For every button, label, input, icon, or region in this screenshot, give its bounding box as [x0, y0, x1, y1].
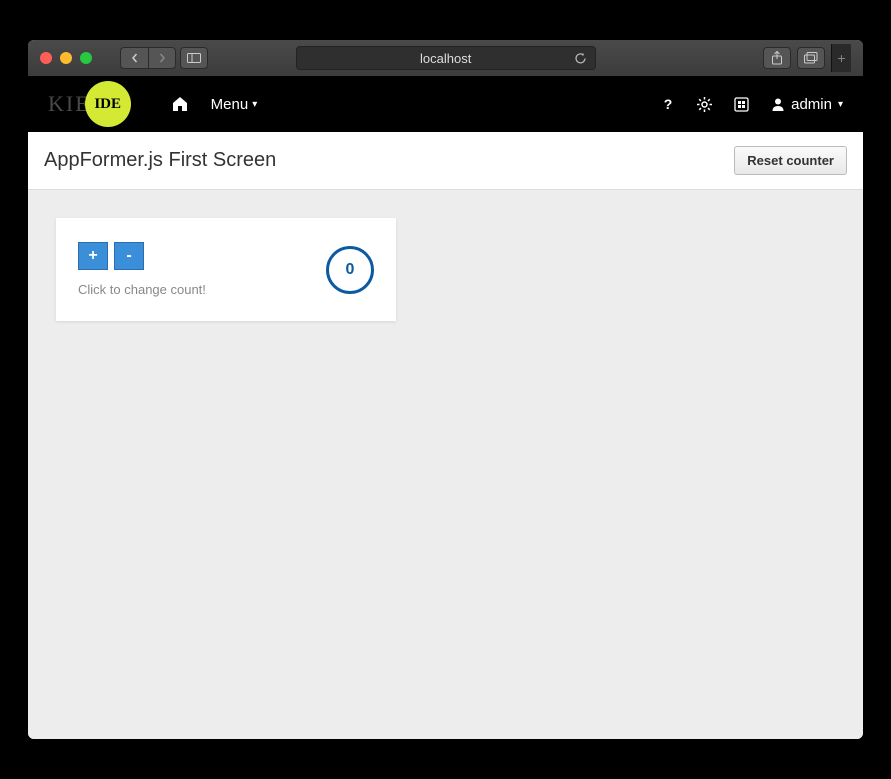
page-title: AppFormer.js First Screen	[44, 149, 276, 172]
counter-button-row: + -	[78, 242, 206, 270]
tabs-icon	[804, 52, 818, 64]
close-window-button[interactable]	[40, 52, 52, 64]
minimize-window-button[interactable]	[60, 52, 72, 64]
counter-controls: + - Click to change count!	[78, 242, 206, 297]
increment-button[interactable]: +	[78, 242, 108, 270]
counter-hint: Click to change count!	[78, 282, 206, 297]
traffic-lights	[40, 52, 92, 64]
navbar-right-items: ?	[661, 96, 843, 113]
menu-label: Menu	[211, 96, 249, 113]
question-icon: ?	[661, 97, 675, 111]
help-button[interactable]: ?	[661, 97, 675, 111]
new-tab-button[interactable]: +	[831, 44, 851, 72]
address-bar[interactable]: localhost	[296, 46, 596, 70]
reset-counter-button[interactable]: Reset counter	[734, 146, 847, 175]
forward-button[interactable]	[148, 47, 176, 69]
titlebar-right: +	[763, 44, 851, 72]
sidebar-icon	[187, 53, 201, 63]
grid-icon	[734, 97, 749, 112]
logo-ide-badge: IDE	[85, 81, 131, 127]
browser-nav-buttons	[120, 47, 208, 69]
counter-card: + - Click to change count! 0	[56, 218, 396, 321]
chevron-right-icon	[157, 53, 167, 63]
back-button[interactable]	[120, 47, 148, 69]
user-menu[interactable]: admin ▾	[771, 96, 843, 113]
home-button[interactable]	[171, 96, 189, 112]
page-header: AppFormer.js First Screen Reset counter	[28, 132, 863, 190]
maximize-window-button[interactable]	[80, 52, 92, 64]
user-label: admin	[791, 96, 832, 113]
address-bar-text: localhost	[420, 51, 471, 66]
share-button[interactable]	[763, 47, 791, 69]
navbar-left-items: Menu ▾	[171, 96, 258, 113]
refresh-icon[interactable]	[574, 52, 587, 65]
tabs-button[interactable]	[797, 47, 825, 69]
counter-value: 0	[346, 261, 355, 279]
browser-window: localhost + KIE IDE	[28, 40, 863, 739]
svg-text:?: ?	[664, 97, 673, 111]
chevron-left-icon	[130, 53, 140, 63]
counter-display: 0	[326, 246, 374, 294]
settings-button[interactable]	[697, 97, 712, 112]
apps-button[interactable]	[734, 97, 749, 112]
chevron-down-icon: ▾	[838, 99, 843, 110]
sidebar-toggle-button[interactable]	[180, 47, 208, 69]
share-icon	[771, 51, 783, 65]
content-area: + - Click to change count! 0	[28, 190, 863, 739]
menu-dropdown[interactable]: Menu ▾	[211, 96, 258, 113]
app-navbar: KIE IDE Menu ▾ ?	[28, 76, 863, 132]
decrement-button[interactable]: -	[114, 242, 144, 270]
home-icon	[171, 96, 189, 112]
user-icon	[771, 97, 785, 111]
gear-icon	[697, 97, 712, 112]
chevron-down-icon: ▾	[252, 99, 257, 110]
window-titlebar: localhost +	[28, 40, 863, 76]
app-logo: KIE IDE	[48, 81, 131, 127]
